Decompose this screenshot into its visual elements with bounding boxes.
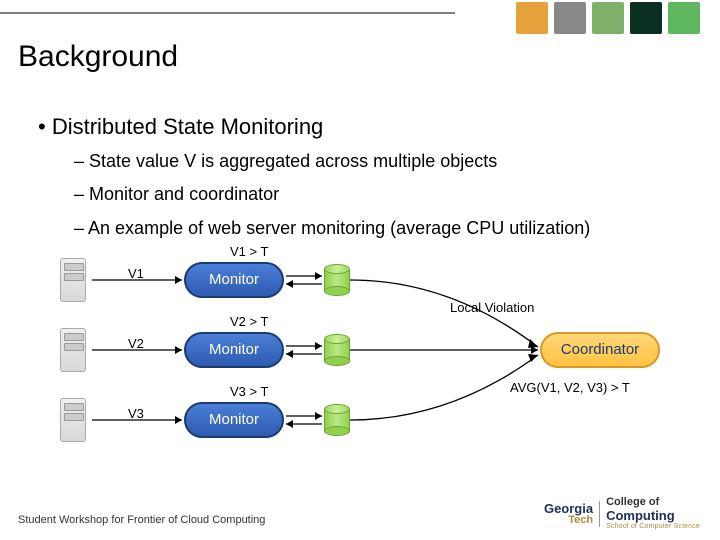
database-icon	[324, 264, 350, 296]
bullet-level1: • Distributed State Monitoring	[38, 114, 690, 140]
local-violation-label: Local Violation	[450, 300, 534, 315]
server-icon	[56, 325, 90, 375]
sub-bullet: An example of web server monitoring (ave…	[74, 217, 690, 240]
slide-footer: Student Workshop for Frontier of Cloud C…	[18, 514, 265, 526]
monitor-node: Monitor	[184, 262, 284, 298]
header-divider-line	[0, 12, 455, 14]
sub-bullet: State value V is aggregated across multi…	[74, 150, 690, 173]
database-icon	[324, 334, 350, 366]
server-icon	[56, 255, 90, 305]
slide-header: Background	[0, 0, 720, 78]
header-graphic-squares	[516, 2, 700, 34]
slide-title: Background	[18, 40, 178, 74]
sub-bullet: Monitor and coordinator	[74, 183, 690, 206]
monitor-node: Monitor	[184, 332, 284, 368]
logo-school: School of Computer Science	[606, 523, 700, 530]
logo-georgia: Georgia	[544, 502, 593, 515]
decorative-square	[668, 2, 700, 34]
logo-computing: Computing	[606, 509, 700, 523]
logo-left: Georgia Tech	[544, 502, 593, 526]
monitor-node: Monitor	[184, 402, 284, 438]
decorative-square	[592, 2, 624, 34]
coordinator-node: Coordinator	[540, 332, 660, 368]
server-icon	[56, 395, 90, 445]
logo-divider	[599, 501, 600, 527]
logo-right: College of Computing School of Computer …	[606, 497, 700, 530]
bullet-text: Distributed State Monitoring	[52, 114, 323, 139]
condition-label: V2 > T	[230, 314, 268, 329]
value-label: V3	[128, 406, 144, 421]
decorative-square	[554, 2, 586, 34]
value-label: V2	[128, 336, 144, 351]
decorative-square	[516, 2, 548, 34]
value-label: V1	[128, 266, 144, 281]
architecture-diagram: V1 V2 V3 V1 > T V2 > T V3 > T Monitor Mo…	[50, 252, 670, 462]
database-icon	[324, 404, 350, 436]
condition-label: V1 > T	[230, 244, 268, 259]
gatech-logo: Georgia Tech College of Computing School…	[544, 497, 700, 530]
logo-tech: Tech	[568, 515, 593, 526]
avg-condition-label: AVG(V1, V2, V3) > T	[510, 380, 630, 395]
slide-content: • Distributed State Monitoring State val…	[0, 114, 720, 462]
condition-label: V3 > T	[230, 384, 268, 399]
decorative-square	[630, 2, 662, 34]
